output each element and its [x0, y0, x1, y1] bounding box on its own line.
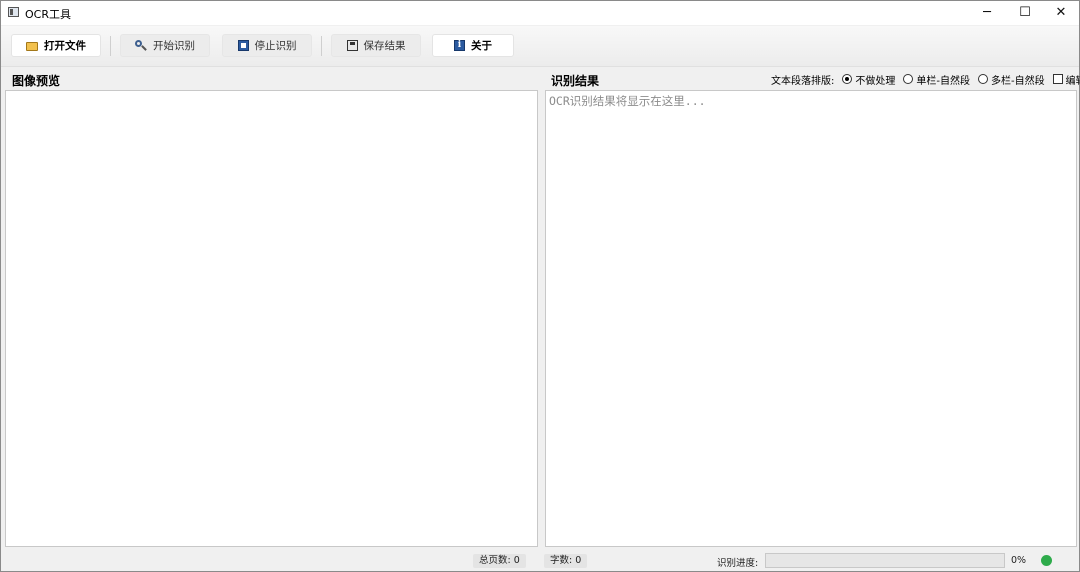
- about-button[interactable]: i 关于: [432, 34, 514, 57]
- folder-icon: [26, 42, 38, 51]
- toolbar-separator: [110, 36, 111, 56]
- window-title: OCR工具: [25, 8, 71, 21]
- layout-options-label: 文本段落排版:: [771, 75, 835, 87]
- start-recognition-label: 开始识别: [153, 40, 195, 52]
- title-bar: OCR工具 ─ ☐ ✕: [1, 1, 1079, 25]
- status-indicator-icon: [1041, 555, 1052, 566]
- stop-icon: [237, 40, 249, 51]
- image-preview-panel: [5, 90, 538, 547]
- radio-single-column-label[interactable]: 单栏-自然段: [916, 72, 970, 87]
- minimize-button[interactable]: ─: [969, 1, 1005, 25]
- radio-no-processing-label[interactable]: 不做处理: [855, 72, 895, 87]
- about-label: 关于: [471, 40, 492, 52]
- close-button[interactable]: ✕: [1043, 1, 1079, 25]
- app-icon: [8, 7, 19, 17]
- edit-checkbox[interactable]: [1052, 74, 1063, 84]
- result-text-area[interactable]: OCR识别结果将显示在这里...: [545, 90, 1077, 547]
- info-icon: i: [454, 40, 465, 51]
- maximize-button[interactable]: ☐: [1007, 1, 1043, 25]
- result-title: 识别结果: [551, 74, 600, 88]
- progress-label: 识别进度:: [717, 558, 759, 569]
- layout-options: 文本段落排版: 不做处理 单栏-自然段 多栏-自然段 编辑: [771, 72, 1080, 87]
- radio-multi-column[interactable]: [977, 74, 988, 84]
- open-file-button[interactable]: 打开文件: [11, 34, 101, 57]
- save-result-button[interactable]: 保存结果: [331, 34, 421, 57]
- total-pages-label: 总页数: 0: [473, 554, 526, 568]
- app-window: OCR工具 ─ ☐ ✕ 打开文件 开始识别 停止识别 保存结果 i 关于 图像预…: [0, 0, 1080, 572]
- edit-checkbox-label[interactable]: 编辑: [1066, 72, 1080, 87]
- stop-recognition-label: 停止识别: [254, 40, 297, 52]
- char-count-label: 字数: 0: [544, 554, 588, 568]
- preview-title: 图像预览: [12, 74, 61, 88]
- radio-no-processing[interactable]: [842, 74, 853, 84]
- start-recognition-button[interactable]: 开始识别: [120, 34, 210, 57]
- toolbar: 打开文件 开始识别 停止识别 保存结果 i 关于: [1, 26, 1079, 67]
- search-icon: [135, 39, 147, 52]
- save-icon: [346, 40, 358, 51]
- open-file-label: 打开文件: [44, 40, 86, 52]
- radio-multi-column-label[interactable]: 多栏-自然段: [991, 72, 1045, 87]
- progress-percent: 0%: [1011, 555, 1027, 566]
- toolbar-separator: [321, 36, 322, 56]
- result-placeholder: OCR识别结果将显示在这里...: [549, 94, 706, 108]
- radio-single-column[interactable]: [903, 74, 914, 84]
- stop-recognition-button[interactable]: 停止识别: [222, 34, 312, 57]
- recognition-progress-bar: [765, 553, 1005, 568]
- save-result-label: 保存结果: [363, 40, 406, 52]
